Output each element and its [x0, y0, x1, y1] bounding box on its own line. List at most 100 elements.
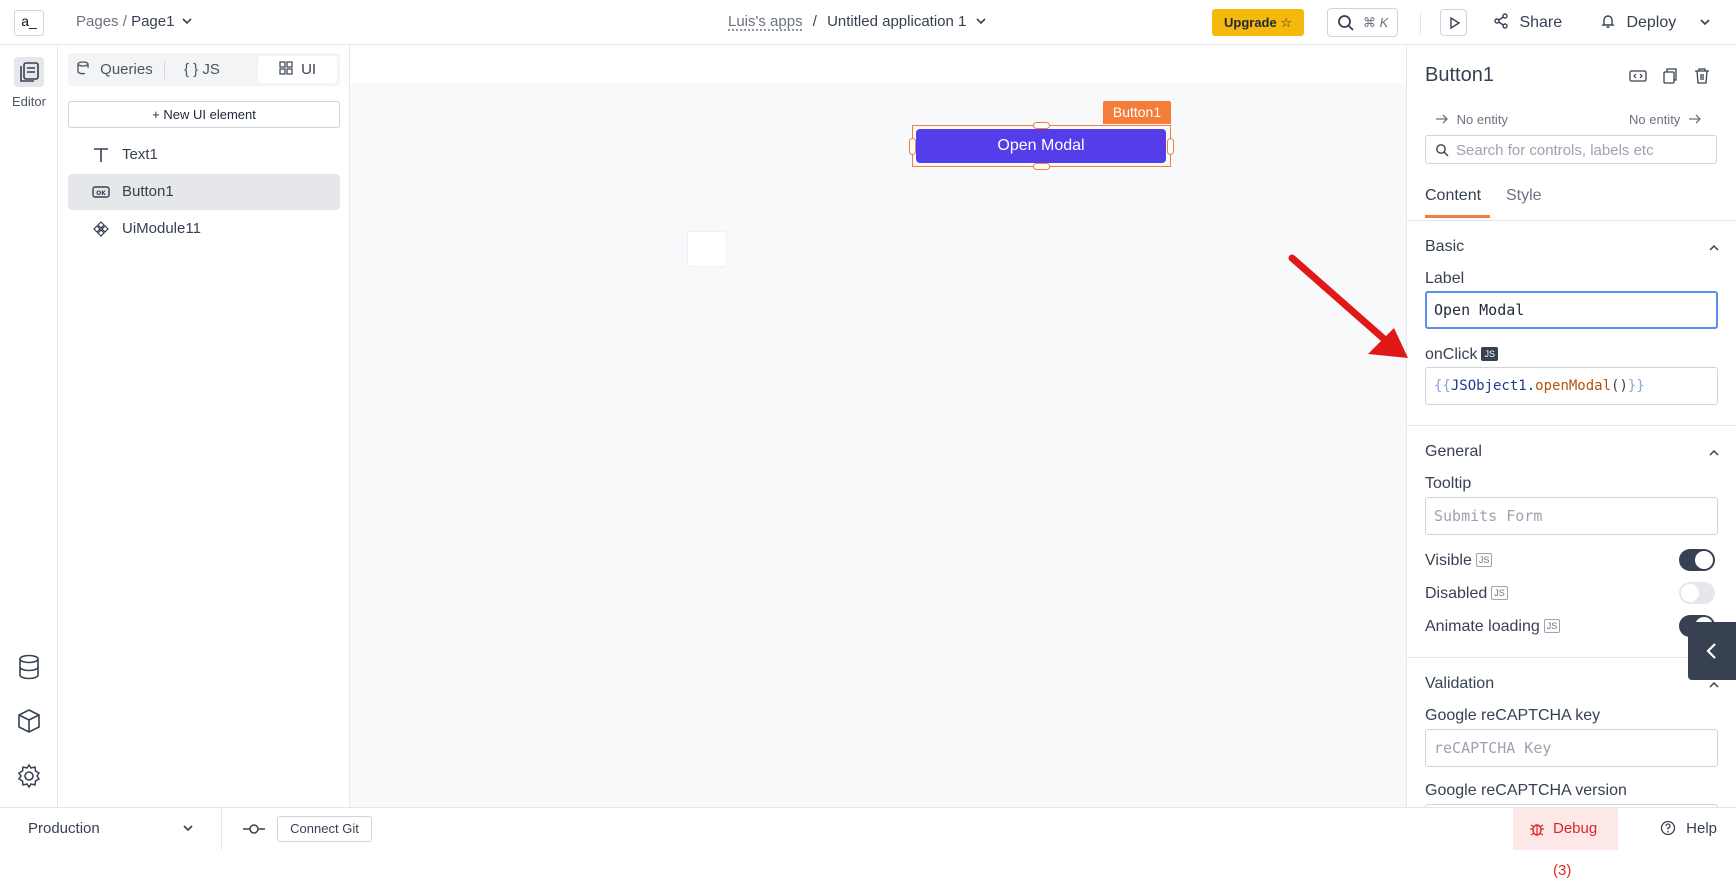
chevron-left-icon: [1706, 643, 1716, 659]
label-input[interactable]: Open Modal: [1425, 291, 1718, 329]
tab-underline: [1425, 215, 1490, 218]
database-icon[interactable]: [16, 654, 42, 680]
tab-style[interactable]: Style: [1506, 187, 1542, 205]
workspace-link[interactable]: Luis's apps: [728, 13, 803, 30]
package-icon[interactable]: [16, 708, 42, 734]
toggle-knob: [1681, 584, 1699, 602]
animate-loading-label: Animate loading JS: [1425, 618, 1561, 636]
arrow-right-icon: [1688, 114, 1701, 124]
app-title: Luis's apps / Untitled application 1: [728, 13, 987, 30]
share-icon: [1494, 13, 1508, 29]
tab-label: UI: [301, 61, 317, 78]
svg-text:OK: OK: [96, 190, 106, 197]
tab-queries[interactable]: Queries: [76, 56, 153, 83]
share-label: Share: [1519, 14, 1563, 31]
chevron-down-icon[interactable]: [181, 16, 193, 26]
chevron-down-icon[interactable]: [1699, 17, 1711, 27]
list-item-uimodule11[interactable]: UiModule11: [68, 211, 340, 247]
editor-canvas[interactable]: Button1 Open Modal: [350, 45, 1406, 807]
chevron-up-icon[interactable]: [1707, 678, 1721, 692]
canvas-header: [350, 45, 1406, 83]
appsmith-logo[interactable]: a_: [14, 10, 44, 36]
breadcrumb: Pages / Page1: [76, 13, 193, 30]
annotation-arrow-icon: [1288, 254, 1408, 358]
queries-icon: [77, 61, 89, 75]
search-button[interactable]: ⌘ K: [1327, 8, 1398, 37]
app-separator: /: [812, 13, 817, 30]
git-commit-icon: [243, 824, 265, 834]
trash-icon[interactable]: [1693, 67, 1711, 85]
chevron-up-icon[interactable]: [1707, 241, 1721, 255]
chevron-up-icon[interactable]: [1707, 446, 1721, 460]
widget-name[interactable]: Button1: [1425, 64, 1494, 87]
button-icon: OK: [92, 186, 110, 198]
resize-handle-bottom[interactable]: [1033, 163, 1050, 170]
environment-label: Production: [28, 820, 100, 837]
js-toggle-badge[interactable]: JS: [1475, 553, 1493, 567]
section-basic-heading[interactable]: Basic: [1425, 238, 1464, 256]
entity-right-label: No entity: [1629, 112, 1681, 127]
property-search-input[interactable]: Search for controls, labels etc: [1425, 135, 1717, 164]
bell-icon: [1601, 15, 1615, 28]
animate-label-text: Animate loading: [1425, 618, 1540, 635]
visible-label: Visible JS: [1425, 552, 1493, 570]
collapse-panel-button[interactable]: [1688, 622, 1736, 680]
tab-content[interactable]: Content: [1425, 187, 1481, 205]
js-toggle-badge[interactable]: JS: [1491, 586, 1508, 600]
canvas-placeholder-widget[interactable]: [687, 231, 727, 267]
list-item-button1[interactable]: OK Button1: [68, 174, 340, 210]
text-icon: [94, 148, 108, 162]
js-toggle-badge[interactable]: JS: [1543, 619, 1561, 633]
visible-toggle[interactable]: [1679, 549, 1715, 571]
section-general-heading[interactable]: General: [1425, 443, 1482, 461]
share-button[interactable]: Share: [1493, 13, 1562, 32]
preview-button[interactable]: [1440, 9, 1467, 36]
search-placeholder: Search for controls, labels etc: [1456, 142, 1654, 159]
tab-ui[interactable]: UI: [258, 56, 337, 83]
tab-label: { } JS: [184, 61, 220, 78]
visible-label-text: Visible: [1425, 552, 1472, 569]
copy-icon[interactable]: [1661, 67, 1679, 85]
gear-icon[interactable]: [16, 763, 42, 789]
disabled-toggle[interactable]: [1679, 582, 1715, 604]
breadcrumb-pages[interactable]: Pages: [76, 13, 119, 30]
code-brace-open: {{: [1434, 378, 1451, 394]
page-selector[interactable]: Page1: [131, 13, 174, 30]
onclick-code-input[interactable]: {{JSObject1.openModal()}}: [1425, 367, 1718, 405]
divider: [1407, 657, 1736, 658]
code-icon[interactable]: [1629, 67, 1647, 85]
list-item-text1[interactable]: Text1: [68, 137, 340, 173]
environment-select[interactable]: Production: [28, 820, 194, 837]
resize-handle-top[interactable]: [1033, 122, 1050, 129]
upgrade-button[interactable]: Upgrade ☆: [1212, 9, 1304, 36]
js-toggle-badge[interactable]: JS: [1481, 347, 1498, 361]
list-item-label: Text1: [122, 146, 158, 163]
tab-js[interactable]: { } JS: [184, 56, 220, 83]
debug-button[interactable]: Debug (3): [1513, 808, 1618, 879]
chevron-down-icon: [183, 825, 193, 832]
code-parens: (): [1611, 378, 1628, 394]
tooltip-input[interactable]: Submits Form: [1425, 497, 1718, 535]
resize-handle-left[interactable]: [909, 138, 916, 155]
debug-label: Debug (3): [1553, 820, 1598, 879]
code-function: openModal: [1535, 378, 1612, 394]
new-ui-element-button[interactable]: + New UI element: [68, 101, 340, 128]
section-validation-heading[interactable]: Validation: [1425, 675, 1494, 693]
help-button[interactable]: Help: [1660, 820, 1717, 837]
breadcrumb-separator: /: [122, 13, 127, 30]
chevron-down-icon[interactable]: [975, 16, 987, 26]
open-modal-button[interactable]: Open Modal: [916, 129, 1166, 163]
search-icon: [1436, 144, 1449, 157]
deploy-button[interactable]: Deploy: [1600, 13, 1711, 32]
resize-handle-right[interactable]: [1167, 138, 1174, 155]
entity-link-outgoing[interactable]: No entity: [1629, 112, 1702, 127]
help-label: Help: [1686, 820, 1718, 837]
recaptcha-key-input[interactable]: reCAPTCHA Key: [1425, 729, 1718, 767]
selected-widget-tag[interactable]: Button1: [1103, 101, 1171, 124]
entity-link-incoming[interactable]: No entity: [1435, 112, 1508, 127]
list-item-label: UiModule11: [122, 220, 201, 237]
code-object: JSObject1.: [1450, 378, 1536, 394]
bug-icon: [1530, 824, 1544, 836]
app-name[interactable]: Untitled application 1: [827, 13, 966, 30]
connect-git-button[interactable]: Connect Git: [277, 816, 372, 842]
